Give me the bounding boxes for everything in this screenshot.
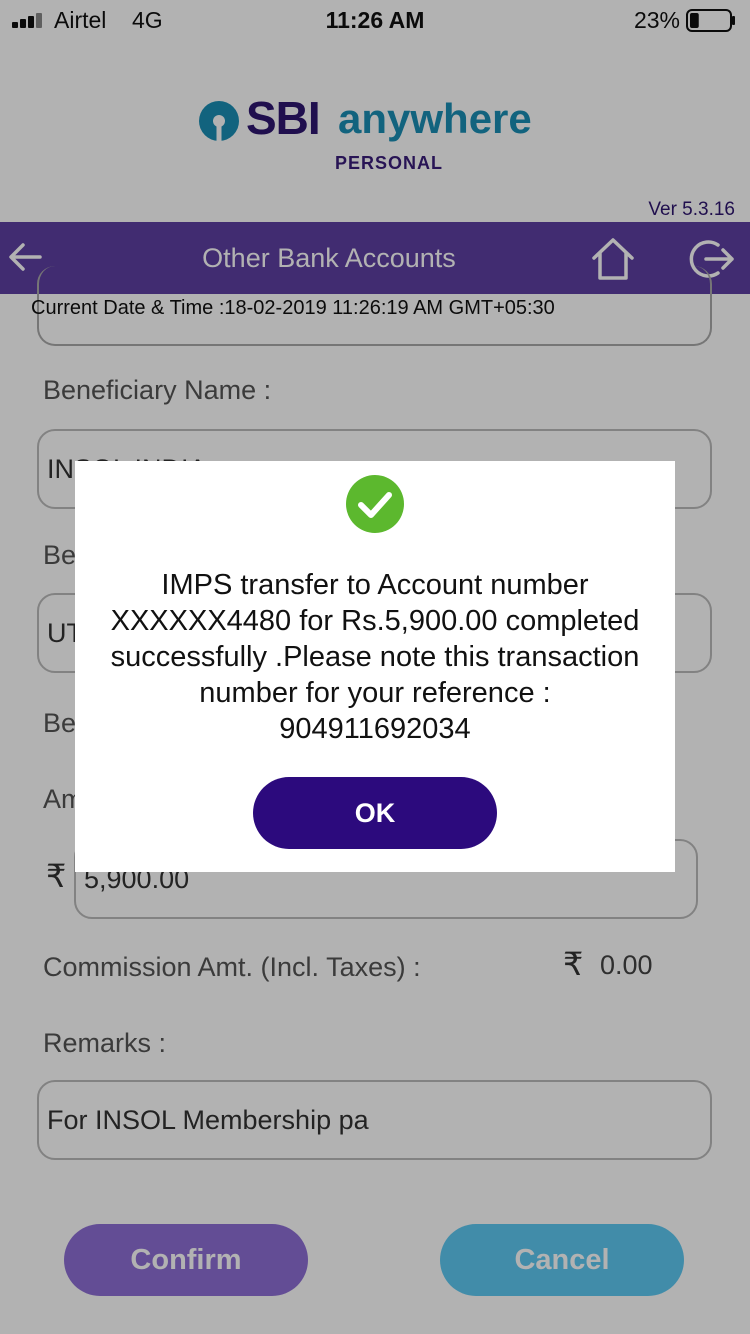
success-dialog: IMPS transfer to Account number XXXXXX44… <box>75 461 675 872</box>
success-check-icon <box>346 475 404 533</box>
dialog-message-text: IMPS transfer to Account number XXXXXX44… <box>110 569 640 709</box>
ok-button[interactable]: OK <box>253 777 497 849</box>
dialog-message: IMPS transfer to Account number XXXXXX44… <box>75 567 675 747</box>
transaction-reference-number: 904911692034 <box>279 713 471 745</box>
